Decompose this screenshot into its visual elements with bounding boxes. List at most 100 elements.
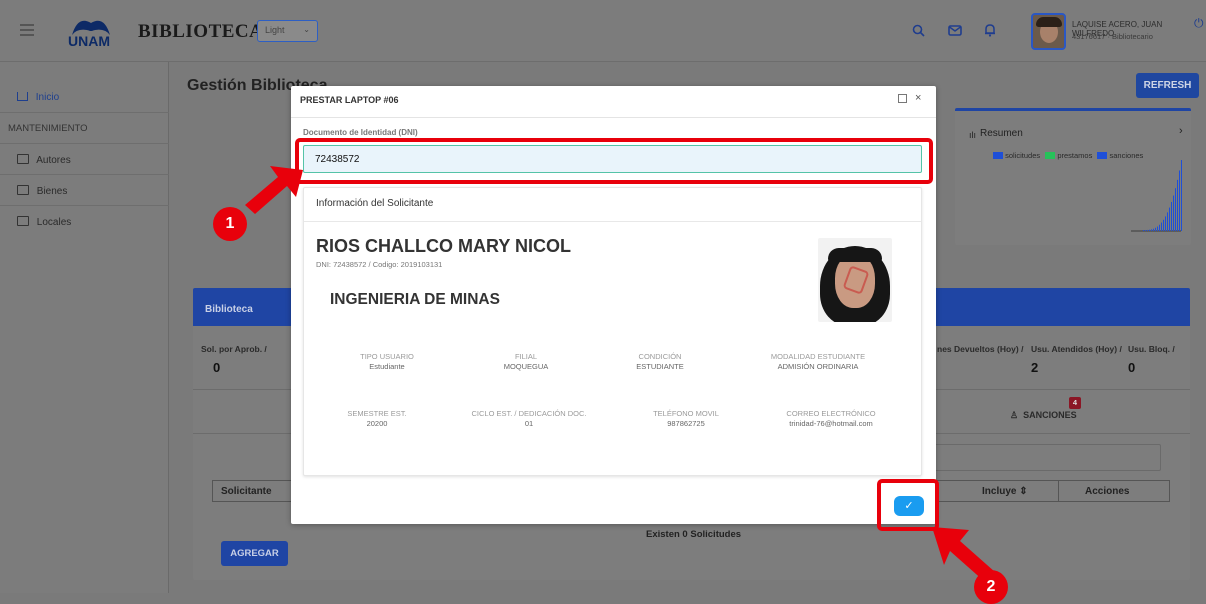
field-value: 987862725 [667,419,705,428]
field-label: TELÉFONO MOVIL [653,409,719,418]
table-icon [17,216,29,226]
sidebar-item-label: Inicio [35,92,60,103]
chevron-down-icon: ⌄ [303,25,310,34]
sparkline-bar [1163,219,1164,231]
field-label: SEMESTRE EST. [347,409,407,418]
stat-label: Sol. por Aprob. / [201,344,267,354]
arrow-1 [245,166,303,214]
field-value: ADMISIÓN ORDINARIA [777,362,859,371]
field-value: 20200 [366,419,388,428]
refresh-button[interactable]: REFRESH [1136,73,1199,98]
field-label: CONDICIÓN [638,352,682,361]
field-condicion: CONDICIÓN ESTUDIANTE [580,352,740,371]
brand-name: BIBLIOTECA [138,21,264,42]
resumen-card: ılı Resumen › solicitudes prestamos sanc… [955,108,1191,245]
user-icon: ♙ [1010,410,1019,420]
logout-icon[interactable]: ⏻ [1194,16,1204,31]
field-value: trinidad-76@hotmail.com [789,419,873,428]
sanciones-badge: 4 [1069,397,1081,409]
field-ciclo: CICLO EST. / DEDICACIÓN DOC. 01 [449,409,609,428]
sidebar-item-label: Locales [36,217,72,228]
empty-table-text: Existen 0 Solicitudes [646,529,742,540]
sidebar: Inicio MANTENIMIENTO Autores Bienes Loca… [0,62,169,593]
field-label: CICLO EST. / DEDICACIÓN DOC. [471,409,587,418]
theme-select[interactable]: Light ⌄ [257,20,318,42]
sparkline-bar [1155,227,1156,231]
stat-label: nes Devueltos (Hoy) / [937,344,1024,354]
stat-value: 2 [1031,360,1039,375]
search-icon[interactable] [912,24,925,40]
sparkline-bar [1153,228,1154,231]
dni-label: Documento de Identidad (DNI) [303,128,418,137]
field-label: MODALIDAD ESTUDIANTE [770,352,866,361]
field-label: CORREO ELECTRÓNICO [786,409,876,418]
sidebar-item-inicio[interactable]: Inicio [0,82,169,113]
sparkline-bar [1145,229,1146,231]
sparkline-bar [1171,201,1172,231]
modal-title: PRESTAR LAPTOP #06 [300,95,399,105]
sparkline-bar [1151,229,1152,231]
field-value: 01 [524,419,534,428]
sparkline-bar [1157,226,1158,231]
sparkline-bar [1181,160,1182,231]
theme-select-value: Light [265,25,285,35]
student-career: INGENIERIA DE MINAS [330,291,500,308]
sparkline-bar [1179,170,1180,231]
sparkline-bar [1143,230,1144,231]
tab-sanciones[interactable]: ♙ SANCIONES [1010,410,1077,421]
modal-divider [291,117,936,118]
field-value: ESTUDIANTE [636,362,684,371]
sparkline-bar [1175,188,1176,231]
info-divider [304,221,921,222]
home-icon [17,92,28,101]
add-button[interactable]: AGREGAR [221,541,288,566]
logo-text: UNAM [68,33,110,49]
stat-value: 0 [1128,360,1136,375]
sparkline-bar [1147,229,1148,231]
mail-icon[interactable] [948,25,962,39]
sparkline-bar [1165,216,1166,231]
student-id-line: DNI: 72438572 / Codigo: 2019103131 [316,260,443,269]
stat-label: Usu. Atendidos (Hoy) / [1031,344,1122,354]
applicant-info-panel [303,187,922,476]
sidebar-section-mantenimiento: MANTENIMIENTO [0,113,169,144]
table-icon [17,154,29,164]
sparkline-bar [1149,229,1150,231]
field-telefono: TELÉFONO MOVIL 987862725 [606,409,766,428]
column-header[interactable]: Incluye ⇕ [982,486,1028,497]
close-icon[interactable]: × [915,92,921,104]
field-correo: CORREO ELECTRÓNICO trinidad-76@hotmail.c… [751,409,911,428]
sparkline-bar [1161,222,1162,231]
sparkline-bar [1169,207,1170,231]
table-icon [17,185,29,195]
sidebar-item-locales[interactable]: Locales [0,206,169,237]
sparkline-bar [1159,224,1160,231]
resumen-sparkline [1131,160,1182,232]
stat-label: Usu. Bloq. / [1128,344,1175,354]
column-header: Acciones [1085,486,1130,497]
highlight-dni-input [295,138,933,184]
student-name: RIOS CHALLCO MARY NICOL [316,236,571,256]
sidebar-item-bienes[interactable]: Bienes [0,175,169,206]
sparkline-bar [1167,212,1168,231]
hamburger-menu-icon[interactable] [20,24,34,36]
unam-logo: UNAM [64,13,118,49]
sidebar-item-label: Autores [36,155,71,166]
sparkline-bar [1177,179,1178,231]
user-role: 43176617 · Bibliotecario [1072,32,1153,41]
applicant-info-title: Información del Solicitante [316,198,434,209]
bell-icon[interactable] [984,23,996,40]
user-avatar[interactable] [1031,13,1066,50]
tab-label: SANCIONES [1023,410,1077,420]
maximize-icon[interactable] [898,94,907,103]
step-badge-1: 1 [213,207,247,241]
sparkline-bar [1173,195,1174,231]
filter-input[interactable] [930,444,1161,471]
sidebar-section-label: MANTENIMIENTO [8,123,88,134]
column-header: Solicitante [221,486,272,497]
field-tipo-usuario: TIPO USUARIO Estudiante [307,352,467,371]
sidebar-item-label: Bienes [36,186,68,197]
field-semestre: SEMESTRE EST. 20200 [297,409,457,428]
field-label: TIPO USUARIO [360,352,414,361]
sidebar-item-autores[interactable]: Autores [0,144,169,175]
